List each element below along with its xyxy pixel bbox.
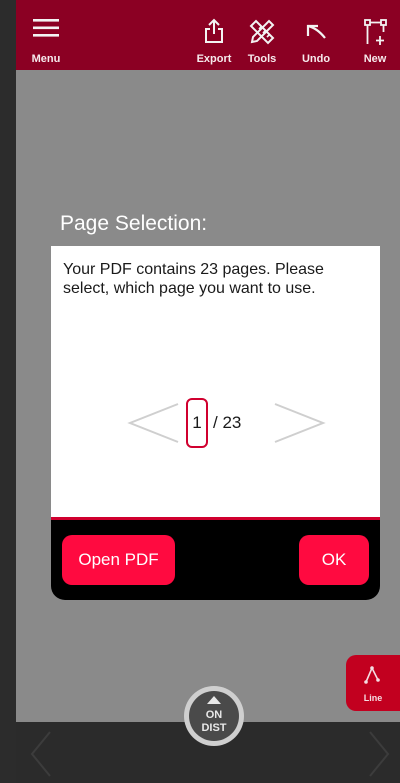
chevron-left-icon[interactable] xyxy=(30,730,52,778)
export-button[interactable]: Export xyxy=(190,0,238,70)
top-toolbar: Menu Export Tools Undo New xyxy=(16,0,400,70)
hamburger-icon xyxy=(33,19,59,37)
dialog-message: Your PDF contains 23 pages. Please selec… xyxy=(63,261,324,297)
page-number-input[interactable]: 1 xyxy=(186,398,208,448)
dialog-title: Page Selection: xyxy=(60,212,208,235)
app-screen: Menu Export Tools Undo New Page Selectio… xyxy=(16,0,400,783)
on-dist-top-label: ON xyxy=(205,709,223,721)
line-tool-icon xyxy=(364,666,380,684)
page-total: / 23 xyxy=(213,413,242,432)
new-label: New xyxy=(363,53,387,65)
dialog-body: Your PDF contains 23 pages. Please selec… xyxy=(51,246,380,520)
tools-label: Tools xyxy=(247,53,277,65)
on-dist-face: ON DIST xyxy=(189,691,239,741)
export-icon xyxy=(205,18,223,43)
undo-label: Undo xyxy=(301,53,331,65)
ok-button[interactable]: OK xyxy=(299,535,369,585)
next-page-icon[interactable] xyxy=(273,400,327,446)
on-dist-bottom-label: DIST xyxy=(201,722,227,734)
export-label: Export xyxy=(196,53,232,65)
triangle-up-icon xyxy=(207,696,221,704)
menu-label: Menu xyxy=(31,53,61,65)
previous-page-icon[interactable] xyxy=(126,400,180,446)
undo-icon xyxy=(306,24,326,39)
tools-icon xyxy=(249,19,275,45)
menu-button[interactable]: Menu xyxy=(22,0,70,70)
line-tool-button[interactable]: Line xyxy=(346,655,400,711)
new-drawing-icon xyxy=(364,19,387,45)
page-picker: 1 / 23 xyxy=(51,396,380,450)
open-pdf-button[interactable]: Open PDF xyxy=(62,535,175,585)
on-dist-button[interactable]: ON DIST xyxy=(184,686,244,746)
chevron-right-icon[interactable] xyxy=(368,730,390,778)
new-button[interactable]: New xyxy=(350,0,400,70)
tools-button[interactable]: Tools xyxy=(238,0,286,70)
line-tool-label: Line xyxy=(363,693,383,703)
page-selection-dialog: Your PDF contains 23 pages. Please selec… xyxy=(51,246,380,600)
undo-button[interactable]: Undo xyxy=(292,0,340,70)
